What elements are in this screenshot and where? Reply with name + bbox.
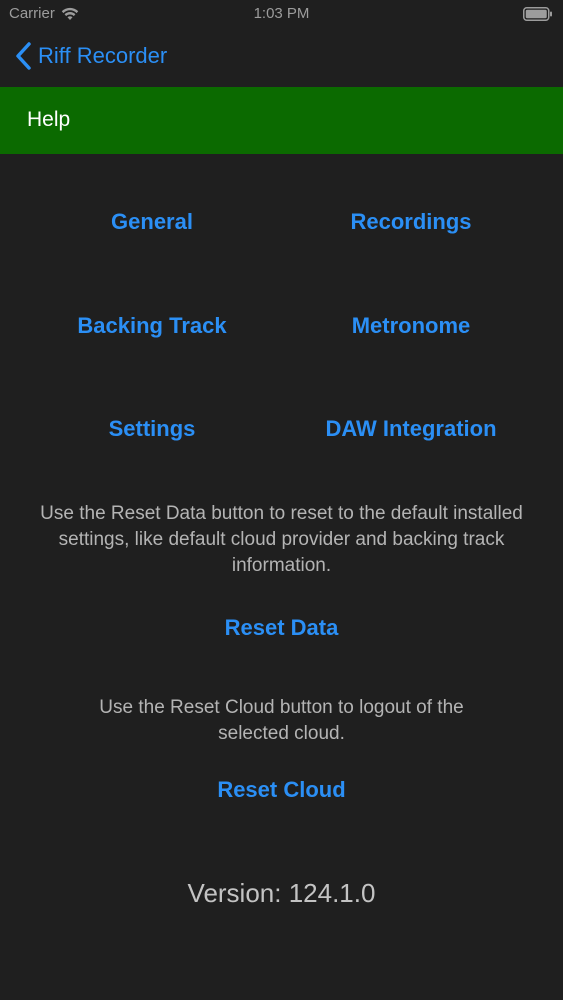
back-button-label: Riff Recorder: [38, 43, 168, 68]
back-button[interactable]: Riff Recorder: [14, 41, 167, 71]
chevron-left-icon: [16, 42, 31, 70]
recordings-button[interactable]: Recordings: [281, 209, 541, 235]
settings-button[interactable]: Settings: [22, 416, 282, 442]
reset-data-description: Use the Reset Data button to reset to th…: [40, 503, 523, 576]
version-label: Version: 124.1.0: [187, 878, 376, 908]
status-time: 1:03 PM: [253, 5, 310, 22]
navigation-bar: Riff Recorder: [0, 30, 563, 87]
battery-icon: [523, 7, 552, 21]
reset-cloud-button[interactable]: Reset Cloud: [0, 777, 563, 803]
status-bar: Carrier 1:03 PM: [0, 0, 563, 30]
general-button[interactable]: General: [22, 209, 282, 235]
backing-track-button[interactable]: Backing Track: [22, 313, 282, 339]
help-header: Help: [0, 87, 563, 154]
reset-cloud-description: Use the Reset Cloud button to logout of …: [99, 697, 464, 744]
page-title: Help: [27, 108, 71, 131]
daw-integration-button[interactable]: DAW Integration: [281, 416, 541, 442]
metronome-button[interactable]: Metronome: [281, 313, 541, 339]
reset-data-button[interactable]: Reset Data: [0, 615, 563, 641]
